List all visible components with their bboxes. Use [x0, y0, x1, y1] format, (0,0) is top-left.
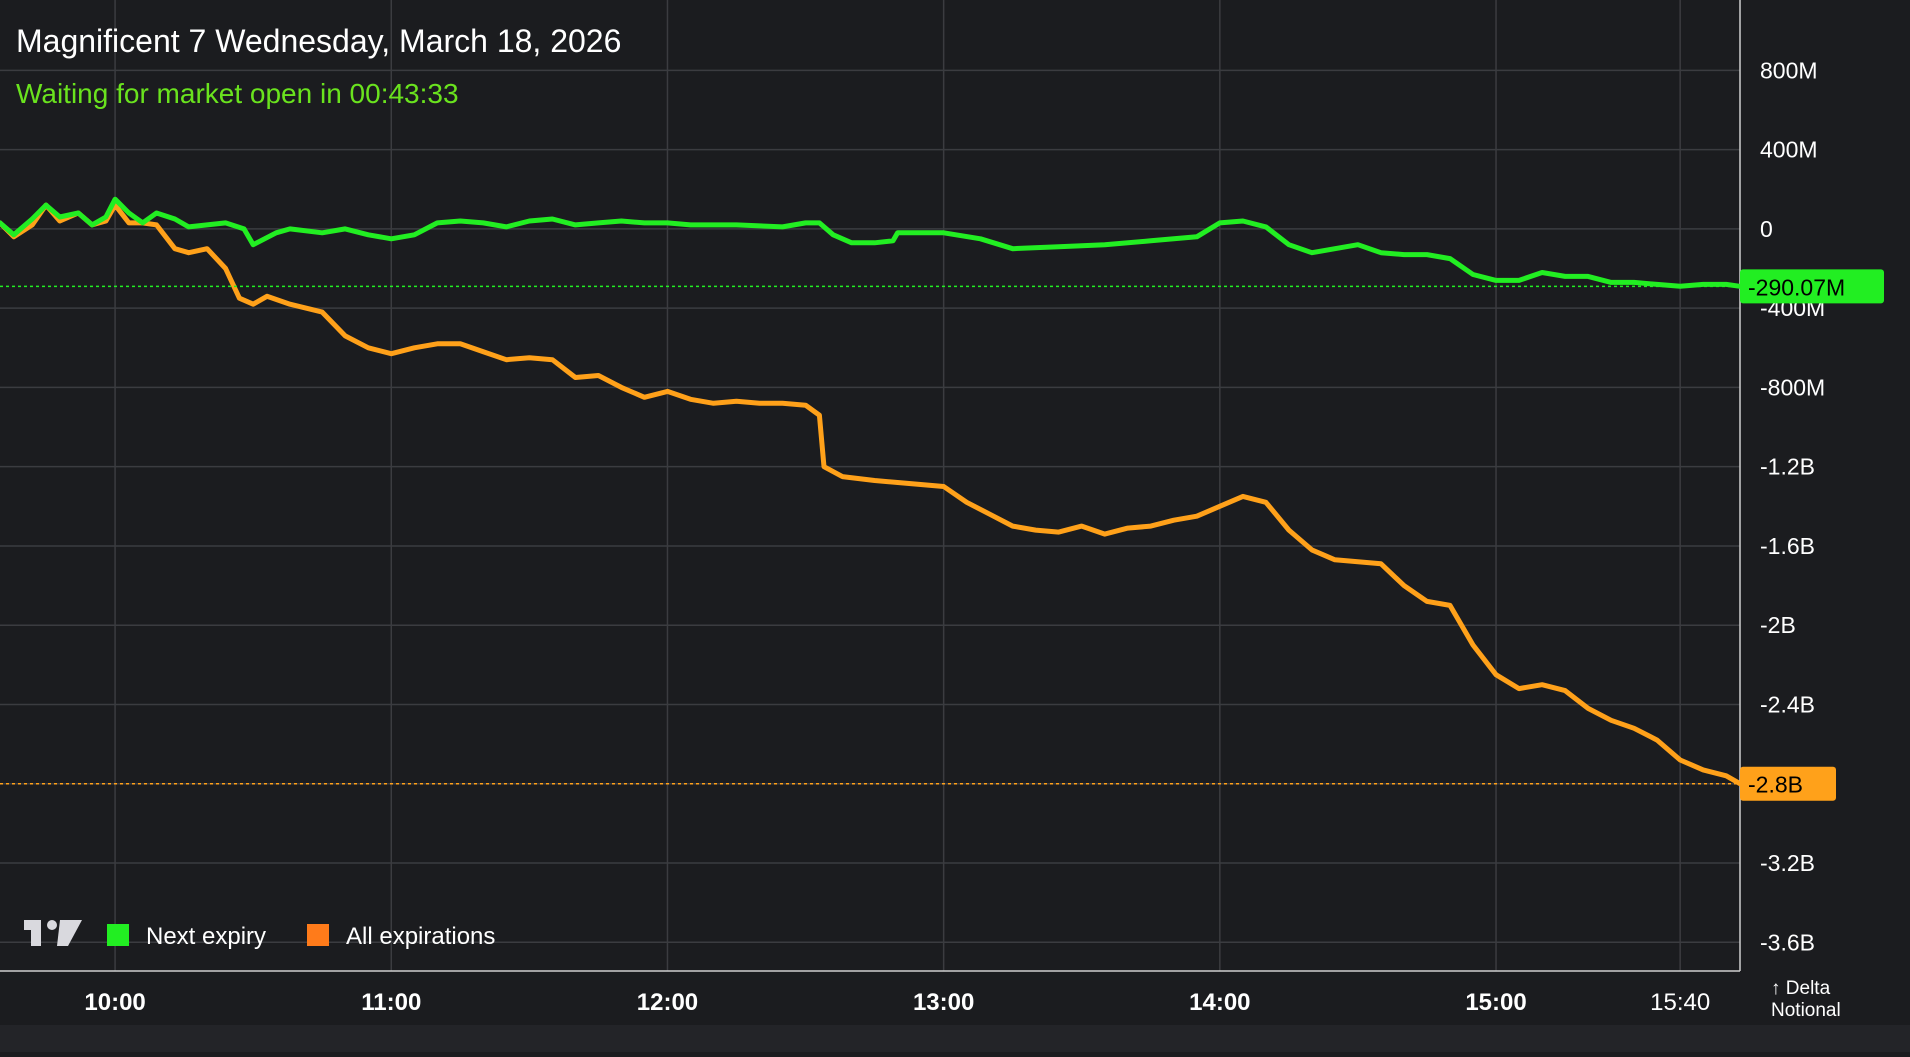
- chart-title: Magnificent 7 Wednesday, March 18, 2026: [16, 23, 621, 59]
- y-axis-caption-line2: Notional: [1771, 1000, 1841, 1021]
- y-tick-label: -2B: [1760, 612, 1796, 638]
- x-tick-label: 11:00: [361, 989, 421, 1016]
- y-tick-label: 400M: [1760, 137, 1818, 163]
- y-axis-caption-line1: ↑ Delta: [1771, 978, 1831, 999]
- y-tick-label: -3.6B: [1760, 929, 1815, 955]
- x-tick-label: 15:40: [1650, 989, 1710, 1016]
- market-status-text: Waiting for market open in 00:43:33: [16, 78, 459, 109]
- legend-next-expiry-swatch-icon: [107, 924, 129, 946]
- x-tick-label: 15:00: [1465, 989, 1526, 1016]
- last-value-label: -2.8B: [1748, 772, 1803, 798]
- chart-background: [0, 0, 1910, 1052]
- y-tick-label: -1.6B: [1760, 533, 1815, 559]
- y-tick-label: -800M: [1760, 374, 1825, 400]
- x-tick-label: 14:00: [1189, 989, 1250, 1016]
- x-tick-label: 10:00: [84, 989, 145, 1016]
- chart-container: 800M400M0-400M-800M-1.2B-1.6B-2B-2.4B-2.…: [0, 0, 1910, 1052]
- x-tick-label: 13:00: [913, 989, 974, 1016]
- legend-next-expiry-label: Next expiry: [146, 923, 266, 950]
- legend-all-expirations-label: All expirations: [346, 923, 495, 950]
- y-tick-label: -3.2B: [1760, 850, 1815, 876]
- y-tick-label: 0: [1760, 216, 1773, 242]
- y-tick-label: 800M: [1760, 57, 1818, 83]
- legend-all-expirations-swatch-icon: [307, 924, 329, 946]
- x-tick-label: 12:00: [637, 989, 698, 1016]
- delta-notional-chart: 800M400M0-400M-800M-1.2B-1.6B-2B-2.4B-2.…: [0, 0, 1910, 1052]
- y-tick-label: -1.2B: [1760, 454, 1815, 480]
- last-value-label: -290.07M: [1748, 274, 1845, 300]
- bottom-strip: [0, 1025, 1910, 1052]
- y-tick-label: -2.4B: [1760, 691, 1815, 717]
